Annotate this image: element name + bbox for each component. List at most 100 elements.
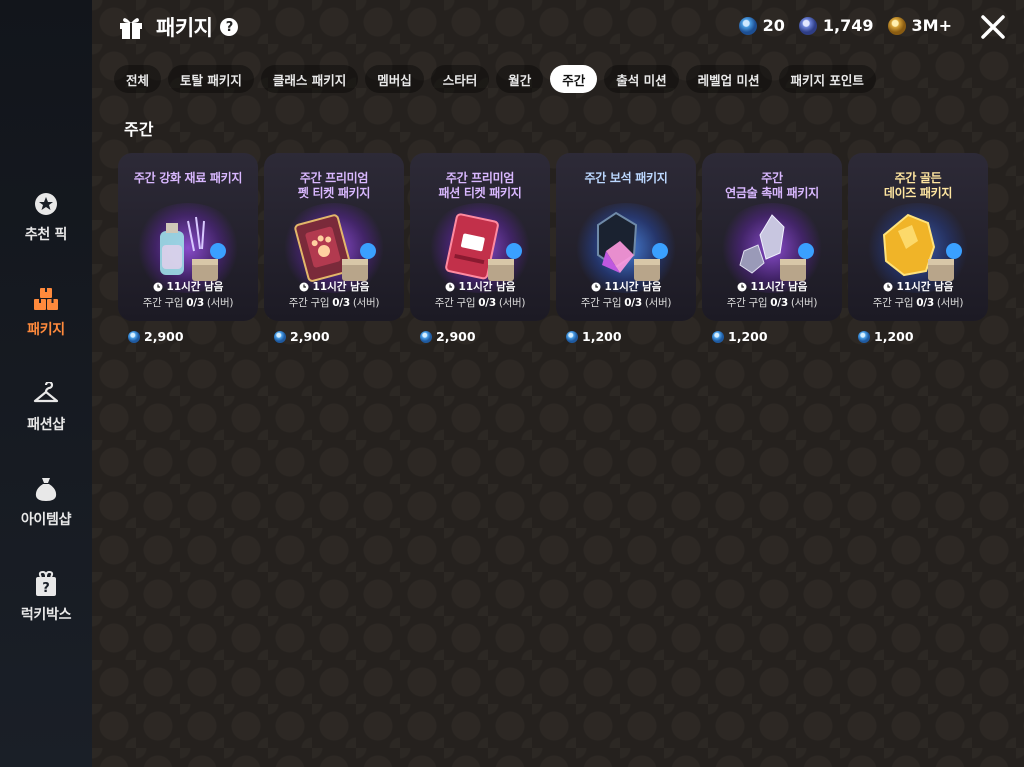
price-value: 1,200 [874, 329, 914, 344]
golden-ore-icon [882, 213, 962, 281]
price-value: 2,900 [436, 329, 476, 344]
hanger-icon [32, 380, 60, 408]
tab-levelup-mission[interactable]: 레벨업 미션 [685, 65, 772, 93]
gem-icon [128, 330, 140, 343]
price: 2,900 [128, 329, 258, 344]
tab-membership[interactable]: 멤버십 [365, 65, 424, 93]
limit-suffix: (서버) [641, 297, 672, 309]
tab-weekly[interactable]: 주간 [550, 65, 598, 93]
package-name-line1: 주간 보석 패키지 [584, 171, 668, 185]
price: 2,900 [274, 329, 404, 344]
package-card[interactable]: 주간 강화 재료 패키지 11시간 남음 주간 구입 0/3 (서버) [118, 153, 258, 321]
header: 패키지 ? 20 1,749 3M+ [92, 0, 1024, 56]
package-name: 주간 프리미엄 펫 티켓 패키지 [264, 171, 404, 201]
package-name-line2: 연금술 촉매 패키지 [725, 186, 819, 200]
package-card[interactable]: 주간 프리미엄 펫 티켓 패키지 11시간 남음 주간 구입 0/3 (서버) [264, 153, 404, 321]
sidebar-item-fashion-shop[interactable]: 패션샵 [0, 380, 92, 460]
tab-class-package[interactable]: 클래스 패키지 [260, 65, 359, 93]
timer-text: 11시간 남음 [458, 281, 516, 293]
timer-text: 11시간 남음 [896, 281, 954, 293]
sidebar-item-label: 패키지 [27, 322, 65, 338]
sidebar-item-label: 아이템샵 [20, 512, 72, 528]
price-value: 1,200 [728, 329, 768, 344]
limit-prefix: 주간 구입 [726, 297, 771, 309]
background-pattern [92, 0, 1024, 767]
package-name-line2: 패션 티켓 패키지 [438, 186, 522, 200]
currency-gold: 3M+ [887, 16, 952, 35]
clock-icon [299, 282, 309, 291]
timer-text: 11시간 남음 [166, 281, 224, 293]
close-icon[interactable] [980, 14, 1006, 40]
limit-suffix: (서버) [203, 297, 234, 309]
sidebar-item-item-shop[interactable]: 아이템샵 [0, 475, 92, 555]
package-card[interactable]: 주간 프리미엄 패션 티켓 패키지 11시간 남음 주간 구입 0/3 (서버) [410, 153, 550, 321]
tab-all[interactable]: 전체 [114, 65, 162, 93]
currency-gold-value: 3M+ [911, 16, 952, 35]
package-list: 주간 강화 재료 패키지 11시간 남음 주간 구입 0/3 (서버) 2,90 [118, 153, 988, 344]
purchase-limit: 주간 구입 0/3 (서버) [264, 295, 404, 310]
package-name-line2: 데이즈 패키지 [883, 186, 953, 200]
currency-diamond-value: 1,749 [822, 16, 874, 35]
package-item: 주간 연금술 촉매 패키지 11시간 남음 주간 구입 0/3 (서버) 1,2… [702, 153, 842, 344]
limit-count: 0/3 [624, 297, 642, 309]
section-title: 주간 [124, 120, 154, 139]
star-badge-icon [32, 190, 60, 218]
limit-count: 0/3 [186, 297, 204, 309]
purchase-limit: 주간 구입 0/3 (서버) [702, 295, 842, 310]
package-name-line1: 주간 강화 재료 패키지 [133, 171, 243, 185]
gem-icon [566, 330, 578, 343]
timer-text: 11시간 남음 [604, 281, 662, 293]
purchase-limit: 주간 구입 0/3 (서버) [118, 295, 258, 310]
sidebar-item-label: 패션샵 [27, 417, 65, 433]
price: 1,200 [858, 329, 988, 344]
package-card[interactable]: 주간 골든 데이즈 패키지 11시간 남음 주간 구입 0/3 (서버) [848, 153, 988, 321]
gem-icon [712, 330, 724, 343]
purchase-limit: 주간 구입 0/3 (서버) [556, 295, 696, 310]
clock-icon [737, 282, 747, 291]
clock-icon [883, 282, 893, 291]
package-name: 주간 골든 데이즈 패키지 [848, 171, 988, 201]
clock-icon [591, 282, 601, 291]
gem-icon [274, 330, 286, 343]
gold-coin-icon [887, 16, 906, 35]
tab-attendance-mission[interactable]: 출석 미션 [604, 65, 679, 93]
sidebar-item-recommended[interactable]: 추천 픽 [0, 190, 92, 270]
help-icon[interactable]: ? [220, 18, 239, 36]
package-name: 주간 보석 패키지 [556, 171, 696, 186]
limit-suffix: (서버) [787, 297, 818, 309]
timer-text: 11시간 남음 [750, 281, 808, 293]
clock-icon [153, 282, 163, 291]
limit-count: 0/3 [770, 297, 788, 309]
package-card[interactable]: 주간 연금술 촉매 패키지 11시간 남음 주간 구입 0/3 (서버) [702, 153, 842, 321]
limit-suffix: (서버) [933, 297, 964, 309]
svg-text:?: ? [42, 581, 50, 596]
gem-icon [738, 16, 757, 35]
timer: 11시간 남음 [848, 279, 988, 294]
jewel-icon [597, 211, 668, 281]
currency-gem-value: 20 [762, 16, 785, 35]
timer: 11시간 남음 [118, 279, 258, 294]
gift-icon [120, 18, 142, 39]
tab-total-package[interactable]: 토탈 패키지 [168, 65, 254, 93]
price: 2,900 [420, 329, 550, 344]
limit-prefix: 주간 구입 [580, 297, 625, 309]
currency-diamond: 1,749 [798, 16, 874, 35]
package-card[interactable]: 주간 보석 패키지 11시간 남음 주간 구입 0/3 (서버) [556, 153, 696, 321]
package-name: 주간 강화 재료 패키지 [118, 171, 258, 186]
sidebar-item-lucky-box[interactable]: ? 럭키박스 [0, 570, 92, 650]
alchemy-catalyst-icon [739, 214, 814, 281]
tab-starter[interactable]: 스타터 [430, 65, 490, 93]
package-name: 주간 연금술 촉매 패키지 [702, 171, 842, 201]
limit-count: 0/3 [478, 297, 496, 309]
sidebar-item-label: 추천 픽 [24, 227, 68, 243]
timer: 11시간 남음 [264, 279, 404, 294]
tab-monthly[interactable]: 월간 [496, 65, 544, 93]
price-value: 2,900 [290, 329, 330, 344]
fashion-ticket-icon [445, 213, 522, 281]
price-value: 1,200 [582, 329, 622, 344]
sidebar-item-package[interactable]: 패키지 [0, 285, 92, 365]
limit-suffix: (서버) [349, 297, 380, 309]
price: 1,200 [566, 329, 696, 344]
tab-package-points[interactable]: 패키지 포인트 [778, 65, 876, 93]
diamond-icon [798, 16, 817, 35]
